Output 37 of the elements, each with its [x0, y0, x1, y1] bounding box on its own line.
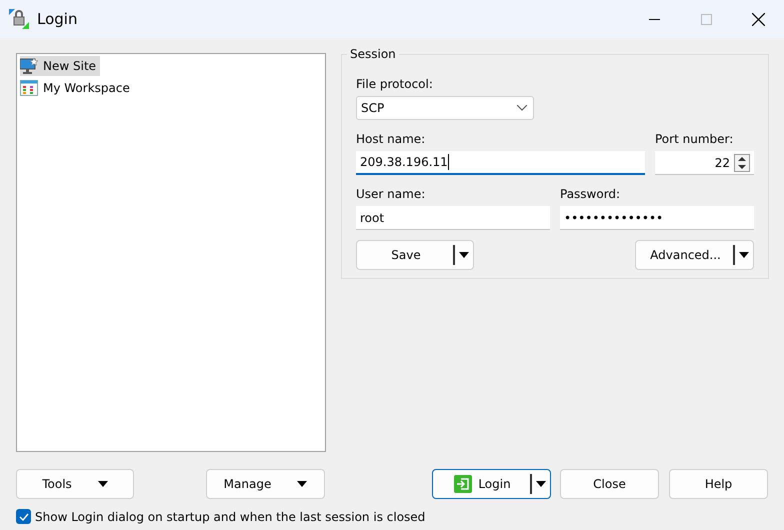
help-button[interactable]: Help [669, 469, 768, 499]
field-label: Port number: [655, 132, 734, 146]
workspace-icon [20, 80, 38, 96]
advanced-button[interactable]: Advanced... [635, 240, 754, 270]
save-button[interactable]: Save [356, 240, 474, 270]
checkbox-label: Show Login dialog on startup and when the last session is closed [35, 510, 426, 524]
tree-item[interactable]: New Site [20, 56, 100, 76]
field-label: Host name: [356, 132, 426, 146]
caret-icon [536, 481, 546, 487]
host-field[interactable]: 209.38.196.11 [356, 151, 645, 175]
tree-item[interactable]: My Workspace [20, 78, 134, 98]
port-field[interactable]: 22 [655, 151, 754, 175]
password-field[interactable]: •••••••••••••• [560, 206, 754, 230]
minimize-icon[interactable] [648, 18, 660, 20]
app-icon [9, 9, 29, 29]
chevron-down-icon [517, 105, 527, 111]
close-icon[interactable] [752, 12, 764, 26]
protocol-dropdown[interactable]: SCP [356, 96, 534, 120]
field-label: Password: [560, 187, 622, 201]
manage-button[interactable]: Manage [206, 469, 325, 499]
caret-icon [98, 481, 108, 487]
login-button[interactable]: Login [432, 469, 551, 499]
checkbox[interactable] [16, 509, 31, 524]
caret-icon [739, 252, 749, 258]
computer-icon [20, 58, 38, 74]
checkmark-icon [18, 512, 28, 520]
group-title: Session [349, 47, 397, 61]
caret-icon [297, 481, 308, 487]
field-label: User name: [356, 187, 426, 201]
login-icon [454, 475, 472, 493]
username-field[interactable]: root [356, 206, 550, 230]
close-button[interactable]: Close [560, 469, 659, 499]
window-title: Login [37, 10, 78, 28]
caret-icon [459, 252, 469, 258]
tools-button[interactable]: Tools [16, 469, 134, 499]
spinner-icon[interactable] [734, 154, 750, 172]
field-label: File protocol: [356, 77, 434, 91]
